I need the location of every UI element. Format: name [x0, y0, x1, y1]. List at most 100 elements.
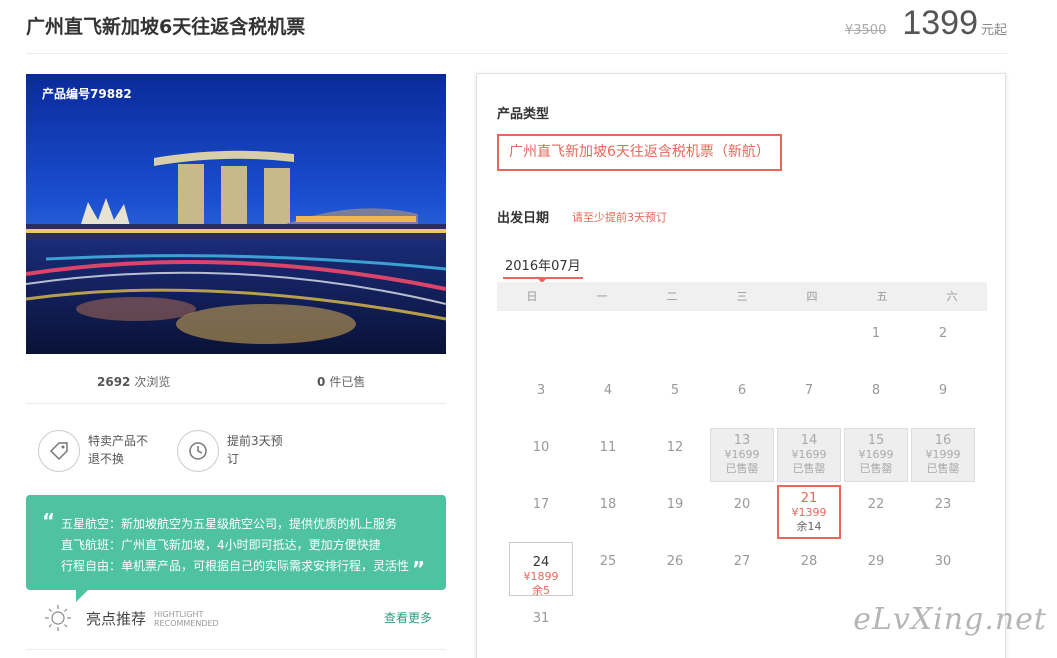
calendar-day: 4: [576, 371, 640, 425]
weekday-label: 六: [946, 290, 958, 303]
weekday-label: 日: [526, 290, 538, 303]
day-number: 26: [666, 554, 684, 569]
feature-text: 提前3天预订: [227, 434, 283, 466]
calendar-day: 23: [911, 485, 975, 539]
sold-label: 件已售: [329, 375, 366, 389]
day-price: ¥1899: [523, 570, 559, 583]
selling-points: 五星航空：新加坡航空为五星级航空公司，提供优质的机上服务 直飞航班：广州直飞新加…: [61, 514, 409, 577]
day-number: 30: [934, 554, 952, 569]
calendar-day: 12: [643, 428, 707, 482]
sun-icon: [44, 604, 72, 636]
calendar-day: 17: [509, 485, 573, 539]
singapore-skyline-image: [26, 74, 446, 354]
product-type-label: 产品类型: [497, 107, 550, 122]
original-price: ¥3500: [844, 23, 887, 38]
day-number: 17: [532, 497, 550, 512]
product-title: 广州直飞新加坡6天往返含税机票: [26, 16, 306, 38]
price-block: ¥3500 1399 元起: [845, 4, 1007, 44]
page-header: 广州直飞新加坡6天往返含税机票 ¥3500 1399 元起: [26, 0, 1007, 54]
day-note: 余14: [796, 520, 822, 533]
weekday-label: 五: [876, 290, 888, 303]
day-number: 14: [800, 433, 818, 448]
calendar-day: 10: [509, 428, 573, 482]
calendar-day: 9: [911, 371, 975, 425]
calendar-day: 28: [777, 542, 841, 596]
product-type-option[interactable]: 广州直飞新加坡6天往返含税机票（新航）: [497, 134, 782, 171]
views-label: 次浏览: [134, 375, 171, 389]
views-stat: 2692 次浏览: [97, 373, 170, 390]
day-price: ¥1999: [925, 448, 961, 461]
day-number: 8: [871, 383, 881, 398]
weekday-label: 二: [666, 290, 678, 303]
calendar-day[interactable]: 21 ¥1399 余14: [777, 485, 841, 539]
calendar-day: 15 ¥1699 已售罄: [844, 428, 908, 482]
day-number: 16: [934, 433, 952, 448]
price-unit: 元起: [980, 23, 1007, 38]
sold-stat: 0 件已售: [317, 373, 365, 390]
day-number: 29: [867, 554, 885, 569]
month-tab[interactable]: 2016年07月: [505, 255, 581, 274]
day-number: 5: [670, 383, 680, 398]
day-note: 余5: [532, 584, 550, 597]
day-number: 27: [733, 554, 751, 569]
calendar-day: 3: [509, 371, 573, 425]
weekday-label: 三: [736, 290, 748, 303]
day-note: 已售罄: [926, 462, 960, 475]
close-quote: ”: [412, 557, 426, 581]
open-quote: “: [42, 509, 56, 533]
day-number: 25: [599, 554, 617, 569]
day-note: 已售罄: [859, 462, 893, 475]
clock-icon: [177, 430, 219, 472]
day-number: 21: [800, 491, 818, 506]
calendar-day: 30: [911, 542, 975, 596]
day-number: 1: [871, 326, 881, 341]
feature-text: 特卖产品不退不换: [88, 434, 149, 466]
calendar-day: 31: [509, 599, 573, 653]
day-price: ¥1399: [791, 506, 827, 519]
day-number: 28: [800, 554, 818, 569]
calendar-day: 13 ¥1699 已售罄: [710, 428, 774, 482]
feature-advance-booking: 提前3天预订: [177, 430, 291, 472]
calendar-day: 2: [911, 314, 975, 368]
day-number: 24: [532, 555, 550, 570]
calendar-day: 19: [643, 485, 707, 539]
weekday-header: 日一二三四五六: [497, 282, 987, 311]
day-number: 3: [536, 383, 546, 398]
day-number: 22: [867, 497, 885, 512]
calendar-day: 11: [576, 428, 640, 482]
calendar-day: 7: [777, 371, 841, 425]
product-image: 产品编号79882: [26, 74, 446, 354]
calendar-day: 25: [576, 542, 640, 596]
day-number: 13: [733, 433, 751, 448]
calendar-day: 22: [844, 485, 908, 539]
booking-hint: 请至少提前3天预订: [572, 211, 667, 224]
current-price: 1399: [902, 4, 978, 42]
day-number: 20: [733, 497, 751, 512]
day-price: ¥1699: [791, 448, 827, 461]
highlights-sub-1: HIGHTLIGHT: [154, 610, 204, 619]
calendar-day: 14 ¥1699 已售罄: [777, 428, 841, 482]
selling-point: 五星航空：新加坡航空为五星级航空公司，提供优质的机上服务: [61, 517, 398, 531]
calendar-day: 18: [576, 485, 640, 539]
tag-icon: [38, 430, 80, 472]
calendar-day: 29: [844, 542, 908, 596]
day-number: 23: [934, 497, 952, 512]
calendar-day: 5: [643, 371, 707, 425]
day-number: 7: [804, 383, 814, 398]
selling-point: 直飞航班：广州直飞新加坡，4小时即可抵达，更加方便快捷: [61, 538, 381, 552]
day-number: 10: [532, 440, 550, 455]
day-price: ¥1699: [858, 448, 894, 461]
watermark: eLvXing.net: [853, 602, 1047, 637]
weekday-label: 一: [596, 290, 608, 303]
day-note: 已售罄: [725, 462, 759, 475]
highlights-sub-2: RECOMMENDED: [154, 619, 219, 628]
day-price: ¥1699: [724, 448, 760, 461]
view-more-link[interactable]: 查看更多: [384, 609, 432, 626]
calendar-day: 16 ¥1999 已售罄: [911, 428, 975, 482]
day-number: 31: [532, 611, 550, 626]
day-number: 2: [938, 326, 948, 341]
calendar-day[interactable]: 24 ¥1899 余5: [509, 542, 573, 597]
day-number: 15: [867, 433, 885, 448]
highlights-subtitle: HIGHTLIGHT RECOMMENDED: [154, 610, 219, 628]
views-count: 2692: [97, 375, 131, 389]
